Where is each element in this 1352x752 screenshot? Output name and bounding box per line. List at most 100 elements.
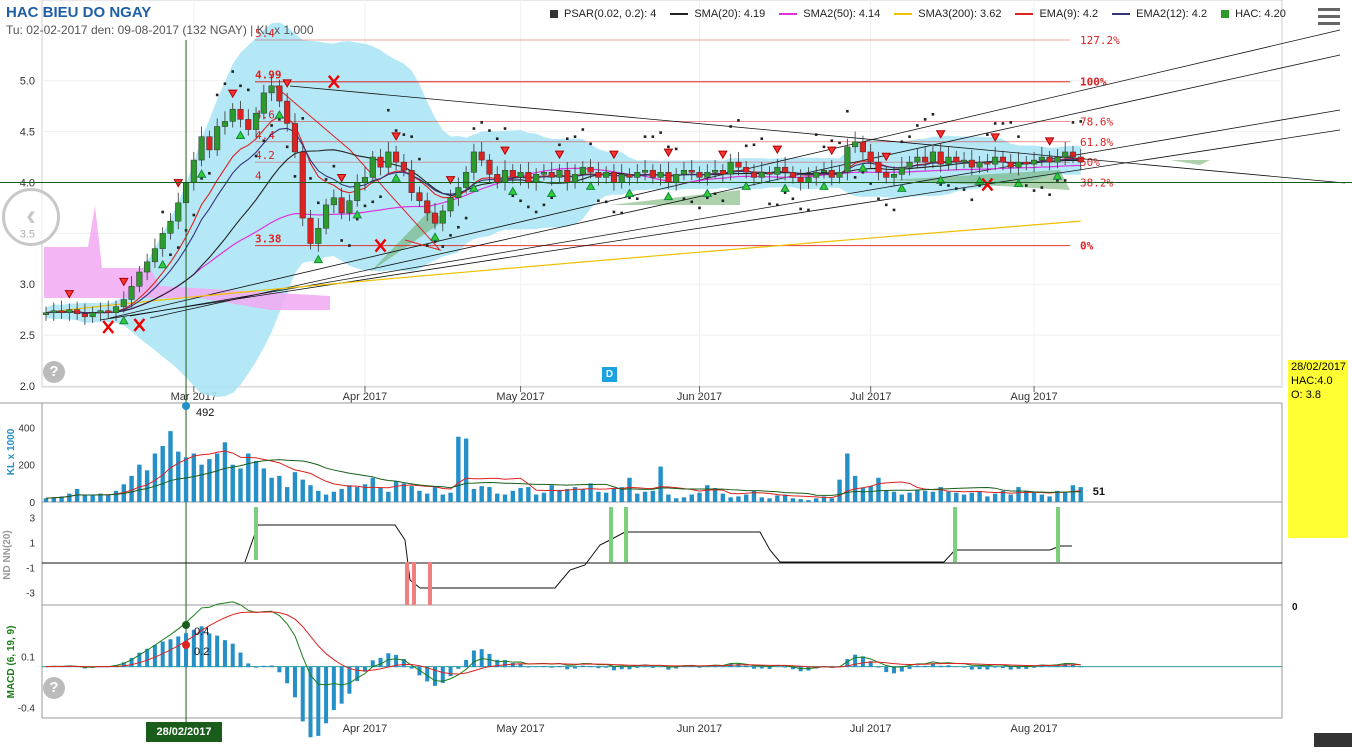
candle-body — [50, 310, 57, 313]
candle-body — [159, 233, 166, 249]
macd-histogram-bar — [1055, 665, 1060, 668]
candle-body — [237, 108, 244, 120]
psar-dot — [472, 127, 476, 130]
macd-histogram-bar — [993, 666, 998, 668]
candle-body — [198, 136, 205, 161]
macd-histogram-bar — [681, 666, 686, 668]
macd-histogram-bar — [588, 665, 593, 668]
indicator-legend[interactable]: PSAR(0.02, 0.2): 4 SMA(20): 4.19 SMA2(50):… — [550, 8, 1300, 20]
volume-bar — [300, 479, 305, 502]
candle-body — [260, 92, 267, 114]
macd-histogram-bar — [573, 666, 578, 669]
psar-dot — [270, 124, 273, 127]
psar-dot — [441, 245, 445, 248]
help-icon[interactable]: ? — [43, 677, 65, 699]
nd-buy-bar — [609, 507, 613, 562]
dividend-badge[interactable]: D — [602, 367, 617, 382]
chart-area[interactable]: 2.02.53.03.54.04.55.0Mar 2017Apr 2017Apr… — [0, 0, 1352, 747]
legend-item[interactable]: PSAR(0.02, 0.2): 4 — [550, 8, 656, 20]
macd-histogram-bar — [168, 639, 173, 668]
legend-item[interactable]: SMA3(200): 3.62 — [894, 8, 1001, 20]
candle-body — [626, 174, 633, 178]
macd-histogram-bar — [331, 666, 336, 711]
legend-item[interactable]: HAC: 4.20 — [1221, 8, 1286, 20]
macd-histogram-bar — [549, 666, 554, 668]
candle-body — [206, 136, 213, 151]
macd-histogram-bar — [526, 666, 531, 668]
fib-percent-label: 0% — [1080, 240, 1094, 253]
psar-dot — [254, 154, 258, 158]
psar-dot — [348, 244, 351, 247]
volume-bar — [627, 477, 632, 502]
sell-signal-marker — [173, 179, 184, 188]
macd-histogram-bar — [962, 666, 967, 668]
volume-bar — [1008, 494, 1013, 502]
nd-tick-label: 3 — [29, 514, 35, 525]
volume-bar — [386, 491, 391, 502]
volume-bar — [113, 490, 119, 502]
candle-body — [1015, 161, 1022, 168]
candle-body — [610, 172, 617, 183]
legend-item[interactable]: SMA2(50): 4.14 — [779, 8, 880, 20]
x-tick-label-bottom: Jun 2017 — [677, 723, 722, 735]
macd-histogram-bar — [238, 652, 243, 668]
volume-bar — [1031, 492, 1037, 502]
fib-percent-label: 78.6% — [1080, 115, 1113, 128]
volume-bar — [253, 460, 259, 502]
candle-body — [525, 172, 532, 183]
volume-max-dot — [182, 402, 191, 410]
candle-body — [486, 159, 493, 175]
psar-dot — [176, 246, 180, 249]
candle-body — [284, 100, 291, 124]
psar-dot — [457, 225, 460, 229]
buy-signal-marker — [663, 191, 674, 201]
legend-item[interactable]: EMA2(12): 4.2 — [1112, 8, 1207, 20]
volume-bar — [829, 498, 834, 502]
info-hac: HAC:4.0 — [1291, 375, 1333, 387]
candle-body — [556, 170, 563, 178]
psar-dot — [363, 204, 367, 208]
volume-bar — [214, 453, 220, 502]
hamburger-menu-icon[interactable] — [1318, 8, 1340, 29]
macd-histogram-bar — [1016, 666, 1021, 669]
fib-percent-label: 127.2% — [1080, 34, 1120, 47]
nd-buy-bar — [624, 507, 628, 562]
help-icon[interactable]: ? — [43, 361, 65, 383]
volume-bar — [650, 490, 656, 502]
macd-histogram-bar — [215, 635, 220, 668]
macd-histogram-bar — [923, 665, 928, 668]
psar-dot — [846, 109, 849, 113]
macd-histogram-bar — [456, 666, 461, 669]
candle-body — [361, 177, 369, 183]
volume-bar — [689, 494, 694, 502]
psar-dot — [285, 145, 289, 149]
volume-bar — [603, 492, 609, 502]
corner-tab[interactable] — [1314, 733, 1352, 747]
volume-bar — [378, 488, 383, 502]
macd-histogram-bar — [892, 666, 897, 674]
previous-chevron-icon[interactable]: ‹ — [2, 188, 60, 246]
legend-item[interactable]: EMA(9): 4.2 — [1015, 8, 1098, 20]
candle-body — [330, 197, 337, 206]
candle-body — [144, 261, 151, 273]
volume-bar — [393, 481, 399, 502]
candle-body — [354, 182, 361, 202]
candle-body — [813, 172, 820, 178]
candle-body — [782, 166, 789, 173]
macd-histogram-bar — [860, 656, 865, 668]
volume-bar — [191, 453, 197, 502]
candle-body — [470, 151, 477, 173]
macd-histogram-bar — [541, 665, 546, 668]
candle-body — [571, 174, 579, 183]
macd-histogram-bar — [635, 666, 640, 668]
macd-histogram-bar — [222, 640, 227, 668]
psar-dot — [239, 84, 242, 88]
legend-item[interactable]: SMA(20): 4.19 — [670, 8, 765, 20]
macd-histogram-bar — [285, 666, 290, 684]
psar-dot — [635, 197, 639, 201]
chart-svg[interactable]: 2.02.53.03.54.04.55.0Mar 2017Apr 2017Apr… — [0, 0, 1352, 747]
psar-dot — [534, 210, 538, 214]
psar-dot — [908, 135, 911, 138]
psar-dot — [1048, 193, 1051, 196]
candle-body — [463, 172, 470, 188]
